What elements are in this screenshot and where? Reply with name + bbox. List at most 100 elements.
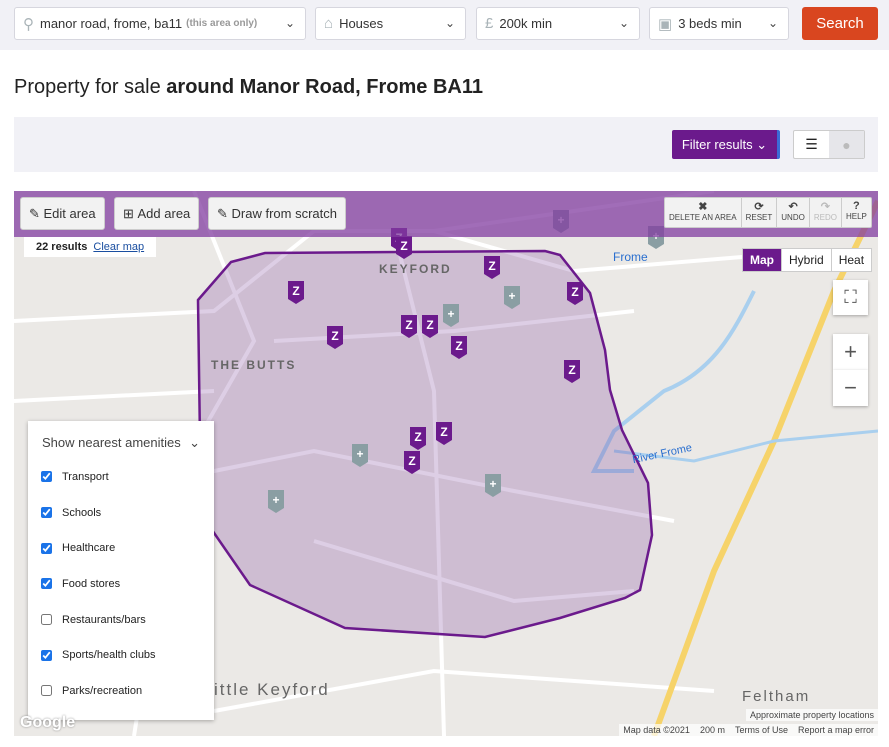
location-hint: (this area only) bbox=[186, 18, 258, 29]
edit-area-button[interactable]: ✎ Edit area bbox=[20, 197, 105, 230]
amenity-option[interactable]: Restaurants/bars bbox=[28, 602, 214, 638]
map-type-map[interactable]: Map bbox=[743, 249, 781, 271]
amenities-dropdown[interactable]: Show nearest amenities ⌄ bbox=[28, 421, 214, 459]
svg-text:+: + bbox=[489, 477, 496, 491]
amenity-checkbox[interactable] bbox=[41, 685, 52, 697]
reset-icon: ⟳ bbox=[754, 201, 764, 213]
chevron-down-icon: ⌄ bbox=[444, 16, 455, 30]
tool-label: HELP bbox=[845, 212, 867, 221]
map[interactable]: +++++++ZZZZZZZZZZZZZ KEYFORD THE BUTTS i… bbox=[14, 191, 878, 736]
place-label: KEYFORD bbox=[379, 262, 452, 276]
property-type-select[interactable]: ⌂ Houses ⌄ bbox=[315, 7, 466, 40]
reset-button[interactable]: ⟳ RESET bbox=[742, 198, 778, 227]
amenity-checkbox[interactable] bbox=[41, 471, 52, 483]
tool-label: DELETE AN AREA bbox=[669, 213, 737, 222]
amenity-option[interactable]: Parks/recreation bbox=[28, 673, 214, 709]
page-title: Property for sale around Manor Road, Fro… bbox=[14, 76, 483, 99]
list-view-icon[interactable]: ☰ bbox=[794, 131, 829, 158]
svg-text:Z: Z bbox=[568, 363, 575, 377]
title-location: around Manor Road, Frome BA11 bbox=[166, 76, 484, 98]
undo-button[interactable]: ↶ UNDO bbox=[777, 198, 810, 227]
location-value: manor road, frome, ba11 bbox=[40, 16, 183, 31]
filter-bar: Filter results ⌄ ☰ ● bbox=[14, 117, 878, 172]
amenity-checkbox[interactable] bbox=[41, 649, 52, 661]
chevron-down-icon: ⌄ bbox=[284, 16, 295, 30]
chevron-down-icon: ⌄ bbox=[189, 435, 200, 450]
redo-button[interactable]: ↷ REDO bbox=[810, 198, 842, 227]
filter-label: Filter results bbox=[681, 136, 753, 152]
help-icon: ? bbox=[853, 200, 860, 212]
tool-label: REDO bbox=[813, 213, 837, 222]
amenities-title: Show nearest amenities bbox=[42, 435, 181, 450]
report-error-link[interactable]: Report a map error bbox=[798, 725, 874, 735]
location-select[interactable]: ⚲ manor road, frome, ba11 (this area only)… bbox=[14, 7, 306, 40]
amenity-checkbox[interactable] bbox=[41, 578, 52, 590]
house-icon: ⌂ bbox=[324, 15, 334, 32]
search-bar: ⚲ manor road, frome, ba11 (this area only)… bbox=[0, 0, 889, 50]
add-area-label: Add area bbox=[137, 206, 191, 221]
chevron-down-icon: ⌄ bbox=[618, 16, 629, 30]
terms-link[interactable]: Terms of Use bbox=[735, 725, 788, 735]
amenity-label: Healthcare bbox=[62, 542, 116, 555]
svg-text:+: + bbox=[272, 493, 279, 507]
svg-text:Z: Z bbox=[408, 454, 415, 468]
edit-area-label: Edit area bbox=[43, 206, 96, 221]
amenity-option[interactable]: Food stores bbox=[28, 566, 214, 602]
bed-icon: ▣ bbox=[658, 15, 673, 33]
amenity-option[interactable]: Transport bbox=[28, 459, 214, 495]
amenity-label: Parks/recreation bbox=[62, 684, 143, 697]
draw-button[interactable]: ✎ Draw from scratch bbox=[208, 197, 346, 230]
map-view-icon[interactable]: ● bbox=[829, 131, 864, 158]
svg-text:Z: Z bbox=[400, 239, 407, 253]
beds-select[interactable]: ▣ 3 beds min ⌄ bbox=[649, 7, 789, 40]
svg-text:Z: Z bbox=[455, 339, 462, 353]
map-type-toggle: Map Hybrid Heat bbox=[742, 248, 873, 272]
clear-map-link[interactable]: Clear map bbox=[93, 241, 144, 253]
svg-text:Z: Z bbox=[426, 318, 433, 332]
zoom-in-button[interactable]: + bbox=[833, 334, 868, 370]
scale-bar: 200 m bbox=[699, 725, 725, 735]
svg-text:Z: Z bbox=[440, 425, 447, 439]
add-area-button[interactable]: ⊞ Add area bbox=[114, 197, 200, 230]
undo-icon: ↶ bbox=[788, 201, 798, 213]
results-count: 22 results bbox=[36, 241, 88, 253]
results-box: 22 results Clear map bbox=[24, 237, 157, 257]
svg-text:Z: Z bbox=[331, 329, 338, 343]
help-button[interactable]: ? HELP bbox=[842, 198, 871, 227]
redo-icon: ↷ bbox=[820, 201, 830, 213]
place-label: THE BUTTS bbox=[211, 358, 297, 372]
price-select[interactable]: £200k min ⌄ bbox=[476, 7, 640, 40]
beds-value: 3 beds min bbox=[678, 16, 742, 31]
amenity-label: Sports/health clubs bbox=[62, 649, 156, 662]
tool-label: RESET bbox=[745, 213, 773, 222]
amenity-option[interactable]: Schools bbox=[28, 495, 214, 531]
svg-text:+: + bbox=[447, 307, 454, 321]
filter-results-button[interactable]: Filter results ⌄ bbox=[672, 130, 780, 159]
amenity-label: Schools bbox=[62, 506, 102, 519]
svg-text:Z: Z bbox=[292, 284, 299, 298]
approx-locations-note: Approximate property locations bbox=[745, 709, 878, 721]
pound-icon: £ bbox=[485, 15, 494, 32]
map-type-hybrid[interactable]: Hybrid bbox=[781, 249, 831, 271]
amenity-option[interactable]: Sports/health clubs bbox=[28, 637, 214, 673]
fullscreen-button[interactable]: ⛶ bbox=[833, 280, 868, 315]
view-toggle: ☰ ● bbox=[793, 130, 865, 159]
search-icon: ⚲ bbox=[23, 15, 34, 33]
place-label: ittle Keyford bbox=[214, 680, 330, 699]
amenity-checkbox[interactable] bbox=[41, 542, 52, 554]
map-type-heat[interactable]: Heat bbox=[830, 249, 871, 271]
draw-label: Draw from scratch bbox=[231, 206, 337, 221]
place-label: Feltham bbox=[742, 688, 811, 705]
amenity-label: Food stores bbox=[62, 577, 121, 590]
svg-text:Z: Z bbox=[405, 318, 412, 332]
tool-label: UNDO bbox=[781, 213, 805, 222]
amenity-checkbox[interactable] bbox=[41, 614, 52, 626]
svg-text:+: + bbox=[508, 289, 515, 303]
amenity-option[interactable]: Healthcare bbox=[28, 530, 214, 566]
search-button[interactable]: Search bbox=[802, 7, 878, 40]
amenity-checkbox[interactable] bbox=[41, 507, 52, 519]
delete-area-button[interactable]: ✖ DELETE AN AREA bbox=[665, 198, 742, 227]
map-footer: Map data ©2021 200 m Terms of Use Report… bbox=[619, 724, 878, 736]
zoom-out-button[interactable]: − bbox=[833, 370, 868, 406]
google-logo: Google bbox=[20, 714, 76, 731]
